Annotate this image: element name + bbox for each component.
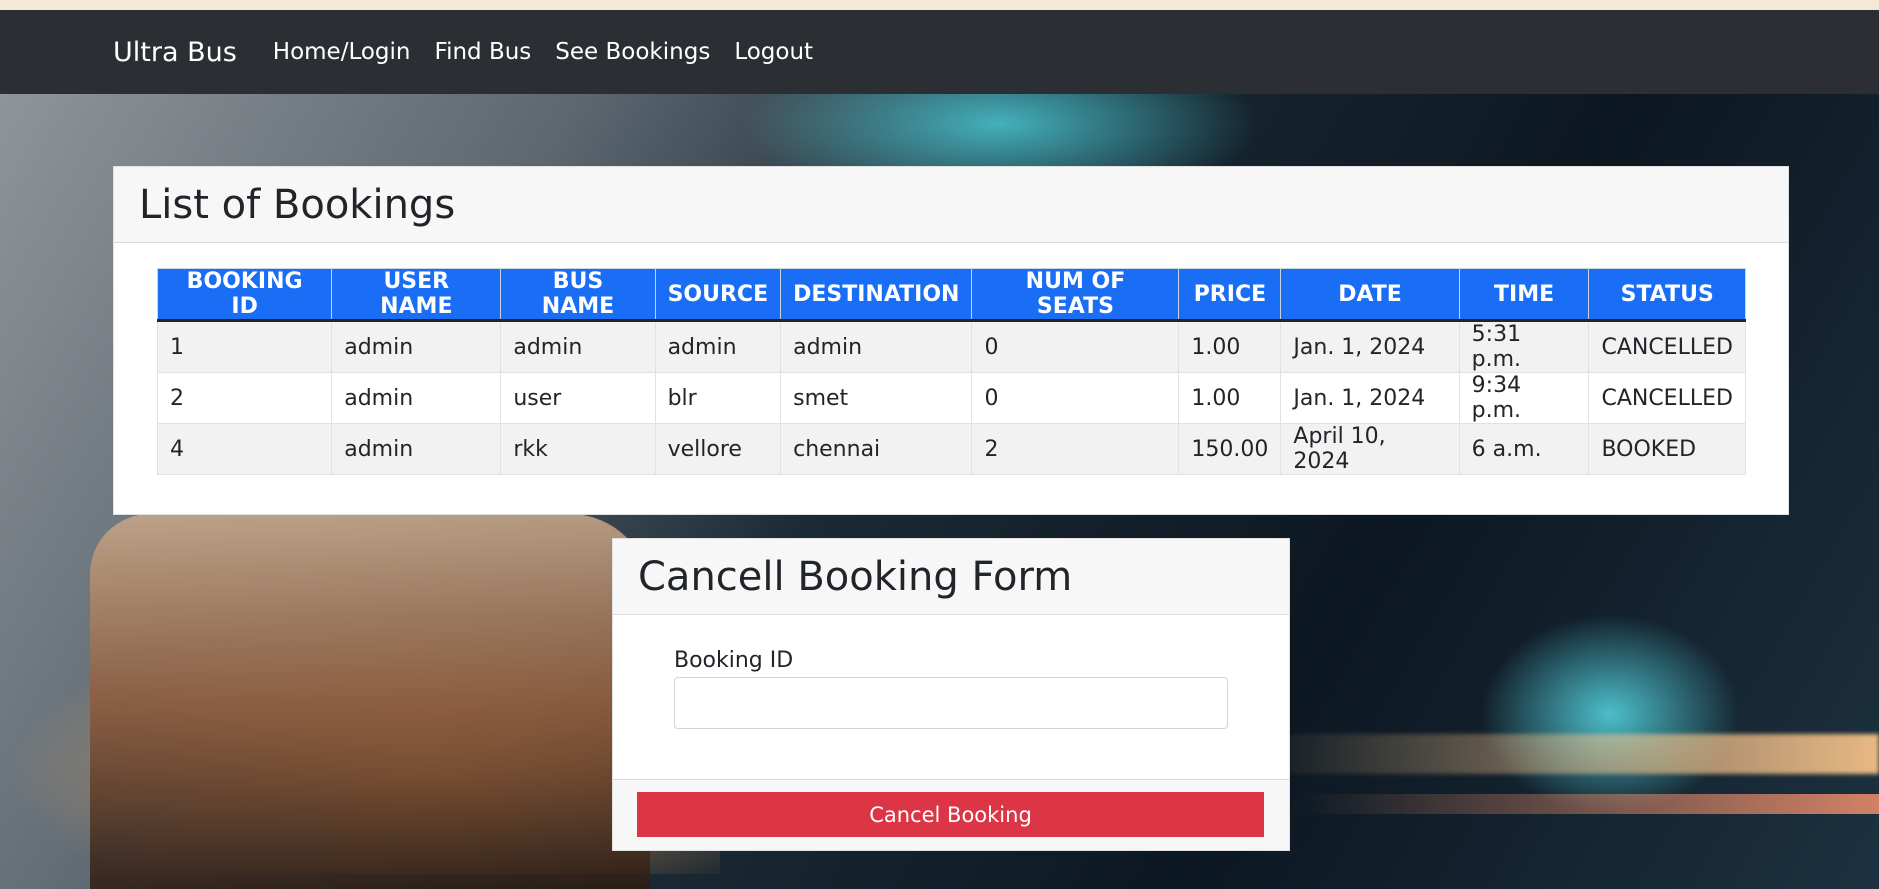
col-user-name: USER NAME — [331, 268, 502, 322]
cell-time: 9:34 p.m. — [1458, 372, 1590, 424]
cell-date: Jan. 1, 2024 — [1280, 372, 1460, 424]
cell-booking-id: 1 — [156, 320, 333, 373]
cell-num-of-seats: 0 — [971, 372, 1180, 424]
cell-price: 150.00 — [1178, 423, 1282, 475]
table-row: 4 admin rkk vellore chennai 2 150.00 Apr… — [156, 423, 1746, 475]
cell-time: 6 a.m. — [1458, 423, 1590, 475]
nav-find-bus[interactable]: Find Bus — [435, 39, 532, 65]
col-time: TIME — [1458, 268, 1590, 322]
cell-user-name: admin — [331, 372, 502, 424]
cell-status: CANCELLED — [1588, 372, 1746, 424]
col-booking-id: BOOKING ID — [156, 268, 333, 322]
col-date: DATE — [1280, 268, 1460, 322]
col-bus-name: BUS NAME — [500, 268, 656, 322]
cell-price: 1.00 — [1178, 372, 1282, 424]
bookings-card: List of Bookings BOOKING ID USER NAME BU… — [113, 166, 1789, 515]
cancel-form-body: Booking ID — [613, 615, 1289, 779]
cell-destination: admin — [780, 320, 973, 373]
cell-booking-id: 2 — [156, 372, 333, 424]
nav-home-login[interactable]: Home/Login — [273, 39, 411, 65]
nav-see-bookings[interactable]: See Bookings — [555, 39, 710, 65]
cell-bus-name: rkk — [500, 423, 656, 475]
cell-status: CANCELLED — [1588, 320, 1746, 373]
brand-logo[interactable]: Ultra Bus — [113, 37, 237, 68]
cell-user-name: admin — [331, 423, 502, 475]
cell-date: Jan. 1, 2024 — [1280, 320, 1460, 373]
booking-id-label: Booking ID — [674, 648, 794, 673]
cell-source: blr — [654, 372, 782, 424]
cell-price: 1.00 — [1178, 320, 1282, 373]
cancel-card-footer: Cancel Booking — [613, 779, 1289, 850]
booking-id-input[interactable] — [674, 677, 1228, 729]
col-source: SOURCE — [654, 268, 782, 322]
cell-source: vellore — [654, 423, 782, 475]
cell-num-of-seats: 2 — [971, 423, 1180, 475]
cell-bus-name: user — [500, 372, 656, 424]
cell-source: admin — [654, 320, 782, 373]
cancel-form-title: Cancell Booking Form — [638, 553, 1073, 600]
cell-num-of-seats: 0 — [971, 320, 1180, 373]
col-status: STATUS — [1588, 268, 1746, 322]
cell-destination: smet — [780, 372, 973, 424]
cancel-booking-button[interactable]: Cancel Booking — [637, 792, 1264, 837]
table-header-row: BOOKING ID USER NAME BUS NAME SOURCE DES… — [156, 268, 1746, 322]
col-num-of-seats: NUM OF SEATS — [971, 268, 1180, 322]
col-destination: DESTINATION — [780, 268, 973, 322]
cell-date: April 10, 2024 — [1280, 423, 1460, 475]
navbar: Ultra Bus Home/Login Find Bus See Bookin… — [0, 10, 1879, 94]
table-row: 1 admin admin admin admin 0 1.00 Jan. 1,… — [156, 320, 1746, 373]
bookings-title: List of Bookings — [139, 181, 456, 228]
col-price: PRICE — [1178, 268, 1282, 322]
cell-time: 5:31 p.m. — [1458, 320, 1590, 373]
window-top-strip — [0, 0, 1879, 10]
cell-status: BOOKED — [1588, 423, 1746, 475]
cancel-card-header: Cancell Booking Form — [613, 539, 1289, 615]
cell-bus-name: admin — [500, 320, 656, 373]
cancel-booking-card: Cancell Booking Form Booking ID Cancel B… — [612, 538, 1290, 851]
nav-logout[interactable]: Logout — [734, 39, 813, 65]
cell-user-name: admin — [331, 320, 502, 373]
bookings-table: BOOKING ID USER NAME BUS NAME SOURCE DES… — [156, 268, 1746, 475]
bookings-card-header: List of Bookings — [114, 167, 1788, 243]
table-row: 2 admin user blr smet 0 1.00 Jan. 1, 202… — [156, 372, 1746, 424]
cell-booking-id: 4 — [156, 423, 333, 475]
cell-destination: chennai — [780, 423, 973, 475]
